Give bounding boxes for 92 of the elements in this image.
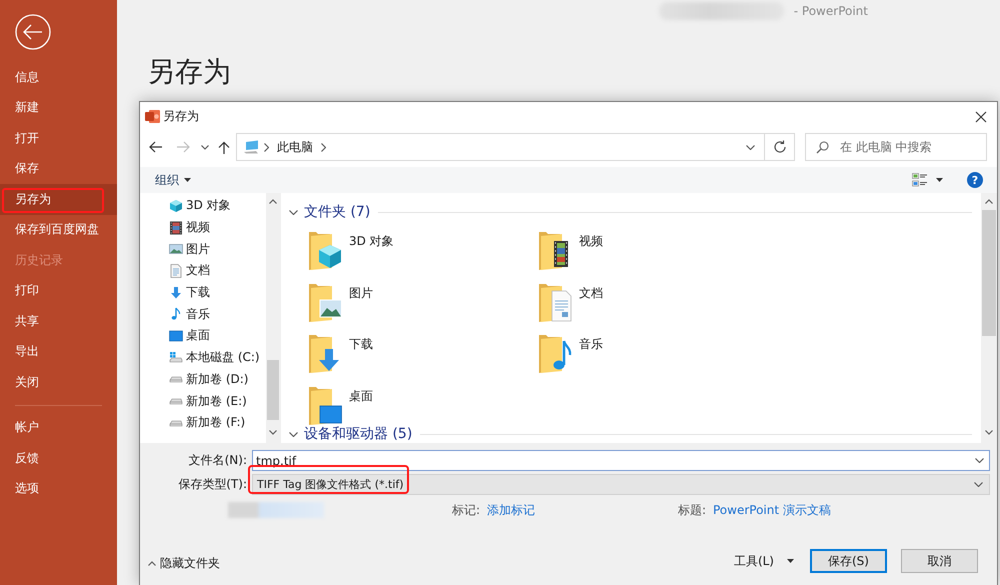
folder-item[interactable]: 下载 xyxy=(308,334,373,374)
chevron-down-icon xyxy=(974,482,983,487)
chevron-right-icon[interactable] xyxy=(321,142,326,152)
scroll-down-icon[interactable] xyxy=(985,430,993,435)
caret-down-icon xyxy=(184,178,191,182)
scroll-up-icon[interactable] xyxy=(985,199,993,204)
folder-down-arrow-icon xyxy=(308,334,342,374)
scroll-down-icon[interactable] xyxy=(269,430,277,435)
property-label: 标题: xyxy=(678,502,708,518)
cube-icon xyxy=(169,198,183,213)
folder-picture-icon xyxy=(308,282,342,322)
folder-item[interactable]: 桌面 xyxy=(308,386,373,426)
music-note-icon xyxy=(169,307,183,322)
hide-folders-toggle[interactable]: 隐藏文件夹 xyxy=(148,554,220,572)
up-arrow-icon[interactable] xyxy=(218,140,230,154)
backstage-menu-item[interactable]: 另存为 xyxy=(0,184,117,214)
nav-tree-item[interactable]: 新加卷 (F:) xyxy=(169,412,246,434)
backstage-menu-item[interactable]: 保存 xyxy=(0,154,117,184)
document-icon xyxy=(169,264,183,278)
breadcrumb-item[interactable]: 此电脑 xyxy=(277,138,313,156)
backstage-menu-item[interactable]: 选项 xyxy=(0,474,117,504)
nav-tree-item[interactable]: 新加卷 (E:) xyxy=(169,390,247,412)
page-title: 另存为 xyxy=(147,55,231,89)
dialog-button[interactable]: 保存(S) xyxy=(810,549,887,573)
dialog-title: 另存为 xyxy=(163,108,199,125)
window-title: - PowerPoint xyxy=(794,4,868,18)
screen-icon xyxy=(169,328,183,343)
help-button[interactable]: ? xyxy=(967,172,983,188)
caret-down-icon xyxy=(787,559,794,563)
dialog-button[interactable]: 取消 xyxy=(901,549,978,573)
presentation-app-icon xyxy=(145,109,160,124)
backstage-menu-item[interactable]: 反馈 xyxy=(0,443,117,474)
backstage-menu-item[interactable]: 信息 xyxy=(0,62,117,92)
field-label: 保存类型(T): xyxy=(177,476,248,493)
search-icon xyxy=(816,141,829,154)
folder-screen-icon xyxy=(308,386,342,426)
chevron-down-icon[interactable] xyxy=(746,144,755,150)
scroll-up-icon[interactable] xyxy=(269,199,277,204)
nav-tree-item[interactable]: 桌面 xyxy=(169,325,210,347)
tools-menu-button[interactable]: 工具(L) xyxy=(734,552,794,570)
backstage-menu-item[interactable]: 打印 xyxy=(0,276,117,306)
computer-icon xyxy=(243,140,259,154)
film-strip-icon xyxy=(169,220,183,235)
group-header[interactable]: 文件夹 (7) xyxy=(289,204,370,220)
refresh-button[interactable] xyxy=(765,133,795,161)
folder-item[interactable]: 音乐 xyxy=(538,334,603,374)
close-icon[interactable] xyxy=(975,110,987,122)
list-view-icon[interactable] xyxy=(912,173,928,187)
group-header[interactable]: 设备和驱动器 (5) xyxy=(289,426,412,442)
nav-tree-item[interactable]: 文档 xyxy=(169,260,210,282)
nav-tree-item[interactable]: 3D 对象 xyxy=(169,195,231,217)
nav-tree-item[interactable]: 新加卷 (D:) xyxy=(169,368,248,390)
search-field[interactable]: 在 此电脑 中搜索 xyxy=(805,133,987,161)
folder-item[interactable]: 文档 xyxy=(538,282,603,322)
system-drive-icon xyxy=(169,350,183,365)
back-icon[interactable] xyxy=(149,141,163,153)
field-label: 文件名(N): xyxy=(188,452,248,469)
property-label: 标记: xyxy=(452,502,482,518)
property-value-link[interactable]: 添加标记 xyxy=(487,502,535,518)
nav-tree-item[interactable]: 本地磁盘 (C:) xyxy=(169,346,260,368)
address-bar[interactable]: 此电脑 xyxy=(236,133,765,161)
backstage-menu-item[interactable]: 打开 xyxy=(0,123,117,154)
backstage-menu-item[interactable]: 导出 xyxy=(0,336,117,367)
folder-item[interactable]: 图片 xyxy=(308,282,373,322)
folder-music-note-icon xyxy=(538,334,572,374)
nav-tree-item[interactable]: 音乐 xyxy=(169,303,210,326)
scrollbar-thumb[interactable] xyxy=(982,210,996,336)
folder-item[interactable]: 3D 对象 xyxy=(308,231,394,270)
nav-tree-item[interactable]: 下载 xyxy=(169,282,210,304)
chevron-down-icon[interactable] xyxy=(975,458,984,463)
nav-tree-item[interactable]: 视频 xyxy=(169,216,210,238)
down-arrow-icon xyxy=(169,286,183,300)
folder-cube-icon xyxy=(308,231,342,270)
backstage-menu-item[interactable]: 共享 xyxy=(0,306,117,336)
organize-menu-button[interactable]: 组织 xyxy=(155,172,191,188)
chevron-down-icon[interactable] xyxy=(201,144,209,150)
refresh-icon xyxy=(772,140,786,154)
file-type-dropdown[interactable]: TIFF Tag 图像文件格式 (*.tif) xyxy=(252,474,990,495)
backstage-menu-item[interactable]: 关闭 xyxy=(0,367,117,398)
nav-tree-item[interactable]: 图片 xyxy=(169,238,210,260)
landscape-picture-icon xyxy=(169,242,183,256)
property-value-link[interactable]: PowerPoint 演示文稿 xyxy=(713,502,831,518)
caret-down-icon[interactable] xyxy=(936,178,943,182)
file-name-field[interactable]: tmp.tif xyxy=(252,450,990,471)
chevron-up-icon xyxy=(148,560,156,566)
scrollbar-thumb[interactable] xyxy=(267,360,279,420)
folder-item[interactable]: 视频 xyxy=(538,231,603,270)
folder-document-icon xyxy=(538,282,572,322)
chevron-right-icon xyxy=(264,142,269,152)
backstage-menu-item[interactable]: 新建 xyxy=(0,92,117,123)
backstage-menu-item[interactable]: 保存到百度网盘 xyxy=(0,214,117,245)
backstage-menu-item[interactable]: 帐户 xyxy=(0,412,117,443)
